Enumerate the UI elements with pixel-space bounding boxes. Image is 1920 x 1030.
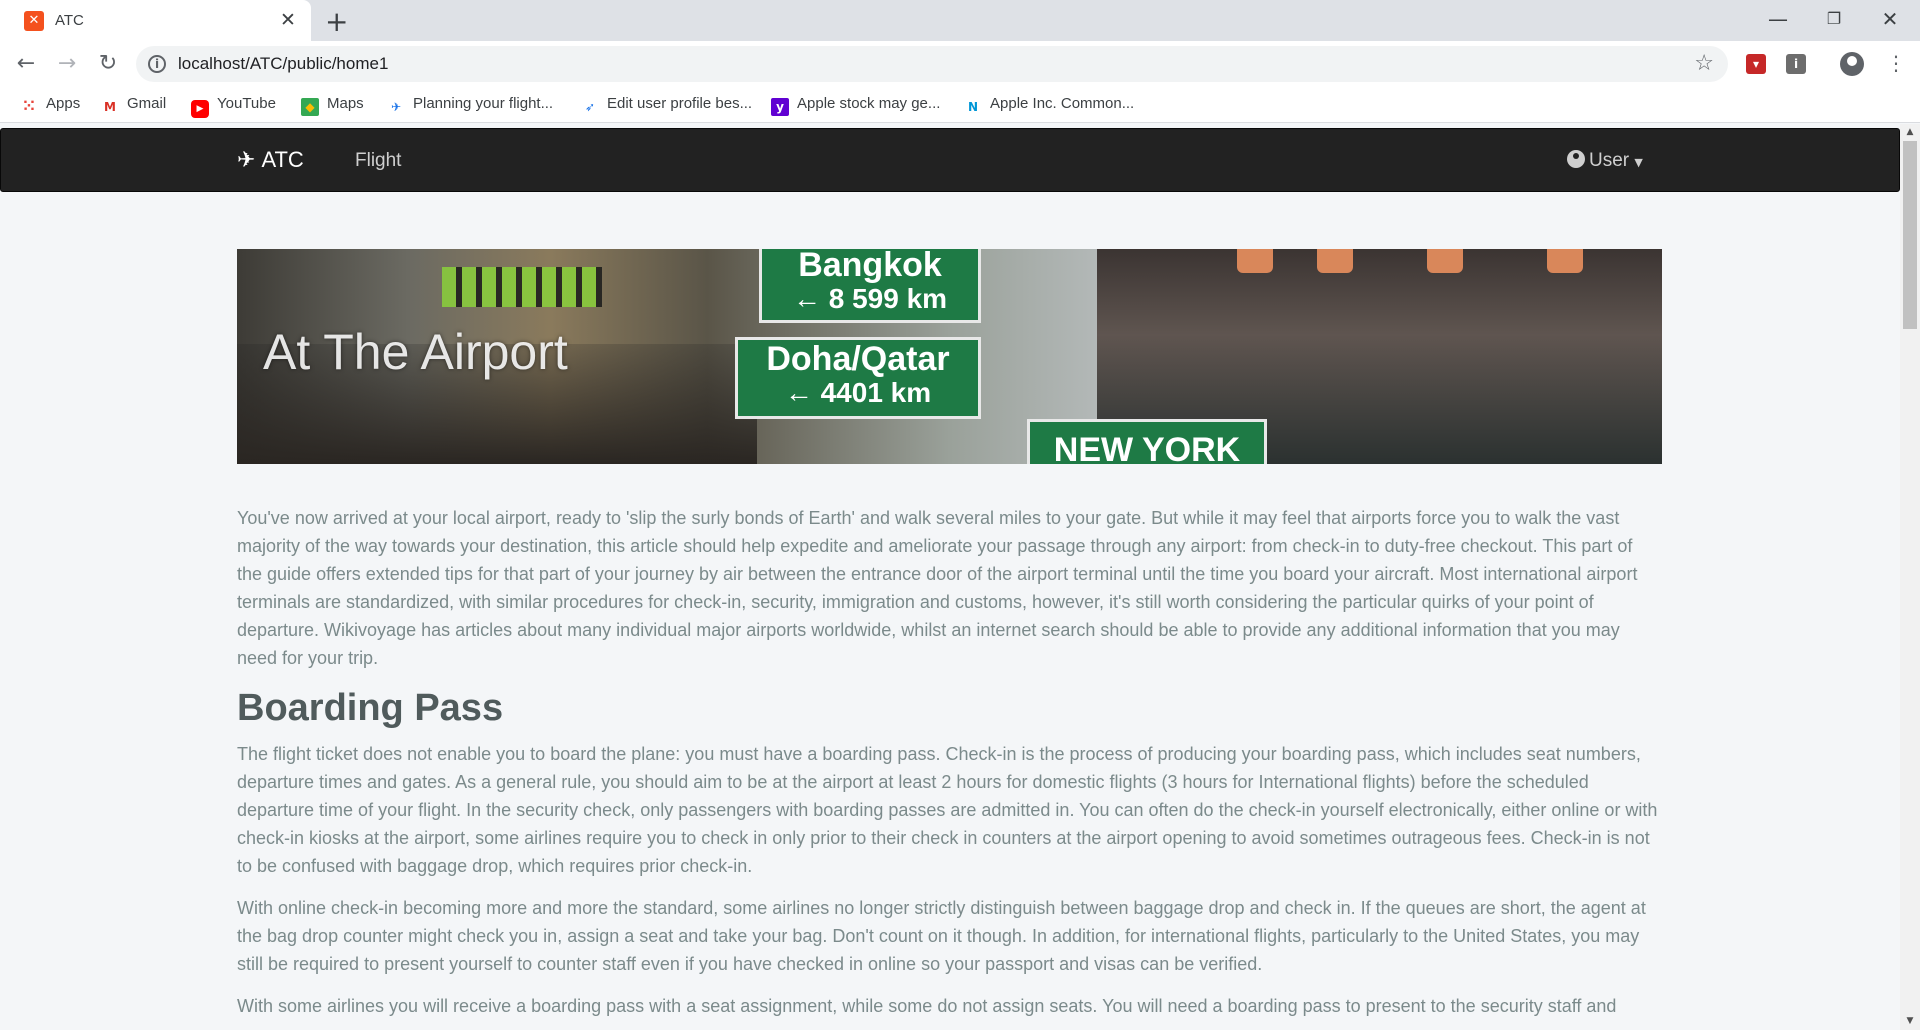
hero-lamp	[1317, 249, 1353, 273]
gmail-icon: M	[104, 100, 116, 114]
user-label: User	[1589, 150, 1630, 171]
bookmark-edit-profile[interactable]: ➶ Edit user profile bes...	[581, 95, 752, 115]
tab-strip: ✕ ATC ✕ + — ❐ ✕	[0, 0, 1920, 41]
hero-lamp	[1237, 249, 1273, 273]
hero-lamp	[1427, 249, 1463, 273]
article-paragraph: The flight ticket does not enable you to…	[237, 744, 1658, 876]
bookmark-apple-stock[interactable]: y Apple stock may ge...	[771, 95, 941, 116]
xampp-icon: ✕	[24, 11, 44, 31]
tab-title: ATC	[55, 12, 84, 29]
hero-title: At The Airport	[263, 324, 568, 380]
sign-city: Doha/Qatar	[766, 340, 950, 378]
hero-departure-board	[442, 267, 602, 307]
scroll-down-arrow-icon[interactable]: ▼	[1900, 1013, 1920, 1030]
caret-down-icon: ▼	[1634, 156, 1643, 169]
nasdaq-icon: N	[967, 100, 979, 114]
bookmark-label: Apple stock may ge...	[797, 95, 941, 112]
bookmark-maps[interactable]: ◆ Maps	[301, 95, 364, 116]
profile-avatar-icon[interactable]	[1840, 52, 1864, 76]
article-paragraph: With some airlines you will receive a bo…	[237, 996, 1617, 1016]
restore-button[interactable]: ❐	[1806, 4, 1862, 36]
maps-icon: ◆	[301, 98, 319, 116]
bookmark-label: Maps	[327, 95, 364, 112]
bookmark-gmail[interactable]: M Gmail	[101, 95, 166, 115]
hero-lamp	[1547, 249, 1583, 273]
plane-departure-icon: ✈	[237, 148, 256, 173]
back-button[interactable]: ←	[10, 48, 42, 80]
bookmark-apps[interactable]: ⁙ Apps	[20, 95, 80, 115]
sign-new-york: NEW YORK	[1027, 419, 1267, 464]
site-info-icon[interactable]: i	[148, 55, 166, 73]
sign-distance: ← 4401 km	[784, 377, 932, 408]
article-paragraph: With online check-in becoming more and m…	[237, 898, 1646, 974]
sign-doha: Doha/Qatar ← 4401 km	[735, 337, 981, 419]
yahoo-icon: y	[771, 98, 789, 116]
youtube-icon: ▶	[191, 100, 209, 118]
browser-toolbar: ← → ↻ i localhost/ATC/public/home1 ☆ ▾ i…	[0, 41, 1920, 87]
page-scrollbar[interactable]: ▲ ▼	[1900, 124, 1920, 1030]
section-heading: Boarding Pass	[237, 687, 504, 729]
bookmark-label: Apps	[46, 95, 81, 112]
bookmark-youtube[interactable]: ▶ YouTube	[191, 95, 276, 118]
browser-menu-icon[interactable]: ⋮	[1886, 49, 1906, 77]
bookmark-label: Planning your flight...	[413, 95, 554, 112]
bookmarks-bar: ⁙ Apps M Gmail ▶ YouTube ◆ Maps ✈ Planning yo…	[0, 87, 1920, 123]
bookmark-label: YouTube	[217, 95, 276, 112]
minimize-button[interactable]: —	[1750, 4, 1806, 36]
url-text[interactable]: localhost/ATC/public/home1	[178, 54, 388, 74]
user-circle-icon	[1567, 150, 1585, 168]
scrollbar-thumb[interactable]	[1903, 141, 1917, 329]
user-dropdown[interactable]: User ▼	[1567, 150, 1643, 172]
nav-flight-link[interactable]: Flight	[355, 150, 401, 172]
new-tab-button[interactable]: +	[325, 5, 348, 38]
brand-text: ATC	[261, 147, 304, 172]
pocket-extension-icon[interactable]: ▾	[1746, 54, 1766, 74]
hero-banner: Bangkok ← 8 599 km Doha/Qatar ← 4401 km …	[237, 249, 1662, 464]
forward-button[interactable]: →	[51, 48, 83, 80]
scroll-up-arrow-icon[interactable]: ▲	[1900, 124, 1920, 141]
close-tab-icon[interactable]: ✕	[280, 9, 296, 31]
address-bar[interactable]: i localhost/ATC/public/home1 ☆	[136, 46, 1728, 82]
site-navbar: ✈ ATC Flight User ▼	[0, 128, 1900, 192]
apps-grid-icon: ⁙	[22, 96, 36, 115]
reload-button[interactable]: ↻	[92, 48, 124, 80]
bookmark-planning-flight[interactable]: ✈ Planning your flight...	[387, 95, 553, 115]
browser-tab[interactable]: ✕ ATC ✕	[0, 0, 311, 41]
page-viewport: ✈ ATC Flight User ▼ Bangkok ← 8 599 km Do…	[0, 124, 1900, 1030]
bookmark-label: Gmail	[127, 95, 167, 112]
sign-bangkok: Bangkok ← 8 599 km	[759, 249, 981, 323]
bookmark-label: Apple Inc. Common...	[990, 95, 1135, 112]
sign-distance: ← 8 599 km	[792, 283, 948, 314]
intro-paragraph: You've now arrived at your local airport…	[237, 508, 1638, 668]
paper-plane-icon: ➶	[584, 100, 596, 114]
bookmark-label: Edit user profile bes...	[607, 95, 753, 112]
article-content: You've now arrived at your local airport…	[237, 504, 1662, 1030]
window-close-button[interactable]: ✕	[1862, 4, 1918, 36]
bookmark-star-icon[interactable]: ☆	[1694, 51, 1714, 76]
info-extension-icon[interactable]: i	[1786, 54, 1806, 74]
brand-link[interactable]: ✈ ATC	[237, 147, 304, 173]
bookmark-apple-common[interactable]: N Apple Inc. Common...	[964, 95, 1134, 115]
sign-city: Bangkok	[798, 249, 942, 284]
sign-city: NEW YORK	[1053, 431, 1241, 464]
flight-planning-icon: ✈	[390, 100, 402, 114]
